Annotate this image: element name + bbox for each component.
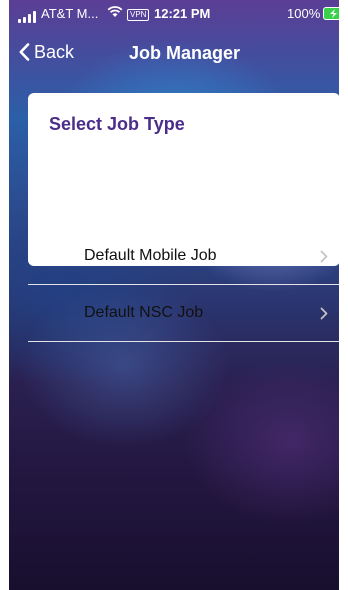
battery-charging-icon [323, 7, 339, 20]
back-button[interactable]: Back [19, 39, 74, 65]
wifi-icon [107, 6, 123, 21]
status-bar: AT&T M... VPN 12:21 PM 100% [9, 0, 339, 30]
page-title: Job Manager [129, 43, 241, 63]
app-screen: AT&T M... VPN 12:21 PM 100% Back Job Man… [9, 0, 339, 590]
vpn-badge: VPN [127, 9, 150, 21]
card-title: Select Job Type [49, 114, 185, 134]
carrier-name: AT&T M... [41, 6, 99, 21]
job-row-default-nsc[interactable]: Default NSC Job [28, 285, 339, 342]
job-row-label: Default NSC Job [84, 304, 204, 321]
navigation-bar: Back Job Manager [9, 30, 339, 74]
chevron-right-icon [320, 307, 328, 320]
job-row-label: Default Mobile Job [84, 247, 217, 264]
chevron-right-icon [320, 250, 328, 263]
status-time: 12:21 PM [154, 6, 211, 21]
job-type-card: Select Job Type Default Mobile Job Defau… [28, 93, 339, 342]
battery-percent: 100% [287, 6, 321, 21]
back-label: Back [34, 41, 75, 62]
signal-strength-icon [18, 11, 40, 23]
job-row-default-mobile[interactable]: Default Mobile Job [28, 228, 339, 285]
chevron-left-icon [19, 43, 30, 61]
